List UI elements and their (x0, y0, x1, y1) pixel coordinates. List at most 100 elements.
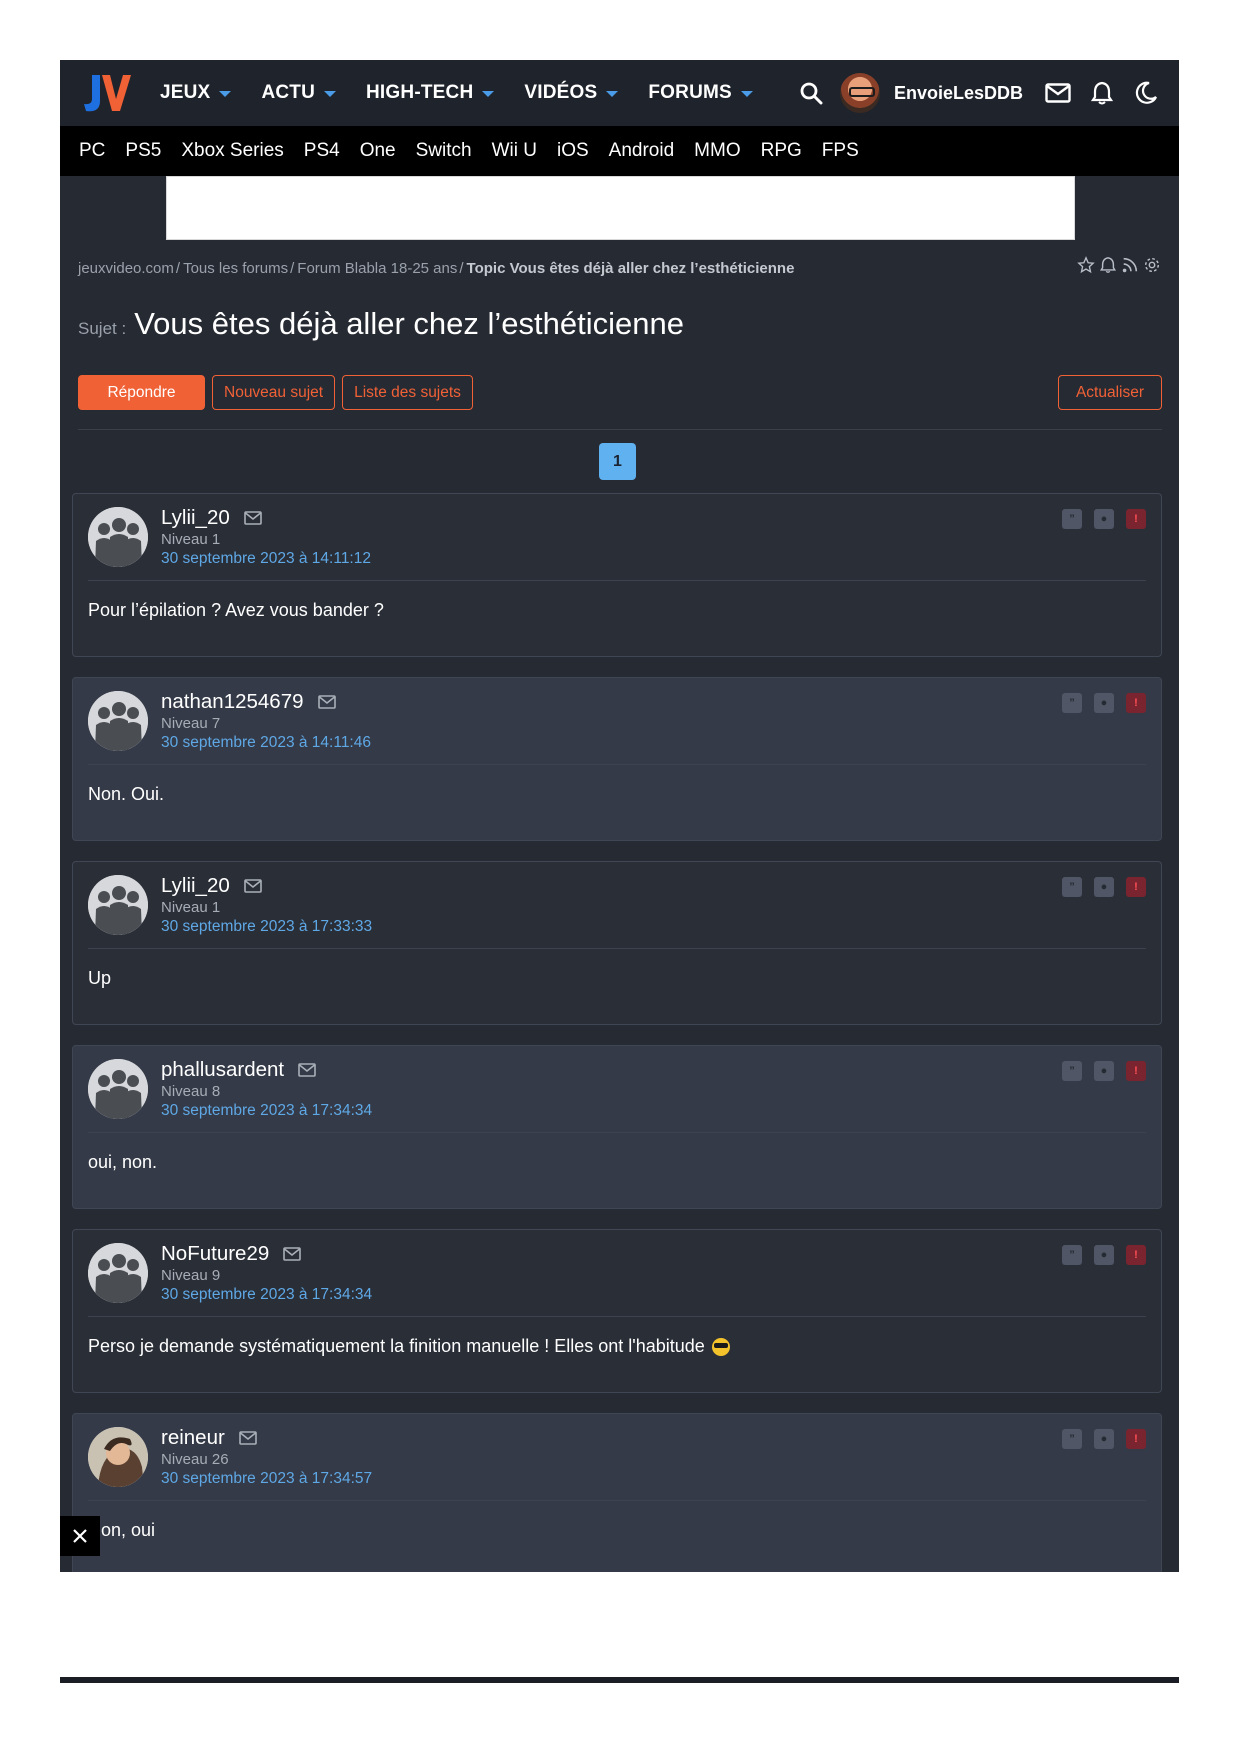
mail-icon[interactable] (283, 1247, 302, 1261)
user-avatar[interactable] (839, 73, 880, 113)
nav-forums[interactable]: FORUMS (648, 82, 753, 104)
platform-link[interactable]: FPS (822, 140, 859, 162)
nav-label: JEUX (160, 82, 211, 103)
blacklist-icon[interactable]: ● (1094, 509, 1114, 529)
username[interactable]: EnvoieLesDDB (894, 83, 1023, 104)
gear-icon[interactable] (1143, 256, 1161, 274)
post-message: Pour l’épilation ? Avez vous bander ? (88, 600, 384, 620)
breadcrumb-separator: / (459, 260, 464, 277)
nav-actu[interactable]: ACTU (261, 82, 337, 104)
post-content: oui, non. (88, 1152, 157, 1173)
post-message: Non. Oui. (88, 784, 165, 804)
nav-label: FORUMS (648, 82, 732, 103)
report-icon[interactable]: ! (1126, 1061, 1146, 1081)
platform-link[interactable]: Wii U (492, 140, 537, 162)
moon-icon[interactable] (1131, 78, 1161, 108)
mail-icon[interactable] (298, 1063, 316, 1077)
post-avatar[interactable] (88, 1059, 148, 1119)
new-topic-button[interactable]: Nouveau sujet (212, 375, 336, 410)
post-date[interactable]: 30 septembre 2023 à 17:34:34 (161, 1286, 372, 1304)
blacklist-icon[interactable]: ● (1094, 877, 1114, 897)
main-nav: JEUX ACTU HIGH-TECH VIDÉOS FORUMS (160, 82, 783, 104)
post-date[interactable]: 30 septembre 2023 à 17:34:34 (161, 1102, 372, 1120)
platform-link[interactable]: Switch (416, 140, 472, 162)
post-avatar[interactable] (88, 507, 148, 567)
blacklist-icon[interactable]: ● (1094, 1245, 1114, 1265)
quote-icon[interactable]: ” (1062, 1429, 1082, 1449)
post-level: Niveau 8 (161, 1083, 221, 1100)
post-avatar[interactable] (88, 875, 148, 935)
nav-videos[interactable]: VIDÉOS (524, 82, 619, 104)
post-date[interactable]: 30 septembre 2023 à 14:11:46 (161, 734, 371, 752)
nav-label: HIGH-TECH (366, 82, 474, 103)
bell-icon[interactable] (1087, 78, 1117, 108)
platform-link[interactable]: PS5 (125, 140, 161, 162)
post-author[interactable]: reineur (161, 1426, 225, 1450)
platform-link[interactable]: PC (79, 140, 105, 162)
post-author[interactable]: Lylii_20 (161, 874, 230, 898)
star-icon[interactable] (1077, 256, 1095, 274)
report-icon[interactable]: ! (1126, 693, 1146, 713)
post-date[interactable]: 30 septembre 2023 à 17:33:33 (161, 918, 372, 936)
post-tools: ” ●! (1062, 1245, 1146, 1265)
platform-link[interactable]: Android (609, 140, 675, 162)
jv-logo[interactable] (78, 71, 132, 115)
page-1-button[interactable]: 1 (599, 443, 636, 480)
post-avatar[interactable] (88, 1427, 148, 1487)
rss-icon[interactable] (1121, 256, 1139, 274)
post-avatar[interactable] (88, 691, 148, 751)
chevron-down-icon (740, 91, 753, 97)
platform-link[interactable]: iOS (557, 140, 589, 162)
platform-link[interactable]: MMO (694, 140, 740, 162)
quote-icon[interactable]: ” (1062, 1061, 1082, 1081)
bell-icon[interactable] (1099, 256, 1117, 274)
mail-icon[interactable] (1043, 78, 1073, 108)
platform-link[interactable]: Xbox Series (181, 140, 283, 162)
post-tools: ” ●! (1062, 1061, 1146, 1081)
topic-actions: Répondre Nouveau sujet Liste des sujets (78, 375, 473, 410)
breadcrumb-link[interactable]: jeuxvideo.com (78, 260, 174, 277)
post-avatar[interactable] (88, 1243, 148, 1303)
platform-link[interactable]: RPG (761, 140, 802, 162)
quote-icon[interactable]: ” (1062, 877, 1082, 897)
post-header: NoFuture29 Niveau 9 30 septembre 2023 à 17… (161, 1242, 372, 1304)
chevron-down-icon (324, 91, 337, 97)
blacklist-icon[interactable]: ● (1094, 1429, 1114, 1449)
post-date[interactable]: 30 septembre 2023 à 14:11:12 (161, 550, 371, 568)
blacklist-icon[interactable]: ● (1094, 693, 1114, 713)
post-author[interactable]: nathan1254679 (161, 690, 304, 714)
post-author[interactable]: phallusardent (161, 1058, 284, 1082)
refresh-button[interactable]: Actualiser (1058, 375, 1162, 410)
nav-high-tech[interactable]: HIGH-TECH (366, 82, 495, 104)
breadcrumb-link[interactable]: Forum Blabla 18-25 ans (297, 260, 457, 277)
platform-link[interactable]: PS4 (304, 140, 340, 162)
mail-icon[interactable] (317, 695, 336, 709)
author-row: reineur (161, 1426, 372, 1450)
report-icon[interactable]: ! (1126, 509, 1146, 529)
report-icon[interactable]: ! (1126, 1429, 1146, 1449)
post-date[interactable]: 30 septembre 2023 à 17:34:57 (161, 1470, 372, 1488)
post-content: Up (88, 968, 111, 989)
author-row: NoFuture29 (161, 1242, 372, 1266)
subject-label: Sujet : (78, 319, 127, 338)
topic-list-button[interactable]: Liste des sujets (342, 375, 473, 410)
mail-icon[interactable] (243, 511, 262, 525)
quote-icon[interactable]: ” (1062, 1245, 1082, 1265)
reply-button[interactable]: Répondre (78, 375, 205, 410)
post-author[interactable]: Lylii_20 (161, 506, 230, 530)
platform-link[interactable]: One (360, 140, 396, 162)
nav-jeux[interactable]: JEUX (160, 82, 232, 104)
mail-icon[interactable] (239, 1431, 257, 1445)
quote-icon[interactable]: ” (1062, 509, 1082, 529)
search-icon[interactable] (796, 78, 826, 108)
close-button[interactable] (60, 1516, 100, 1556)
blacklist-icon[interactable]: ● (1094, 1061, 1114, 1081)
ad-banner[interactable] (166, 176, 1075, 240)
report-icon[interactable]: ! (1126, 1245, 1146, 1265)
post-author[interactable]: NoFuture29 (161, 1242, 269, 1266)
mail-icon[interactable] (243, 879, 262, 893)
post-tools: ” ●! (1062, 509, 1146, 529)
quote-icon[interactable]: ” (1062, 693, 1082, 713)
breadcrumb-link[interactable]: Tous les forums (183, 260, 288, 277)
report-icon[interactable]: ! (1126, 877, 1146, 897)
